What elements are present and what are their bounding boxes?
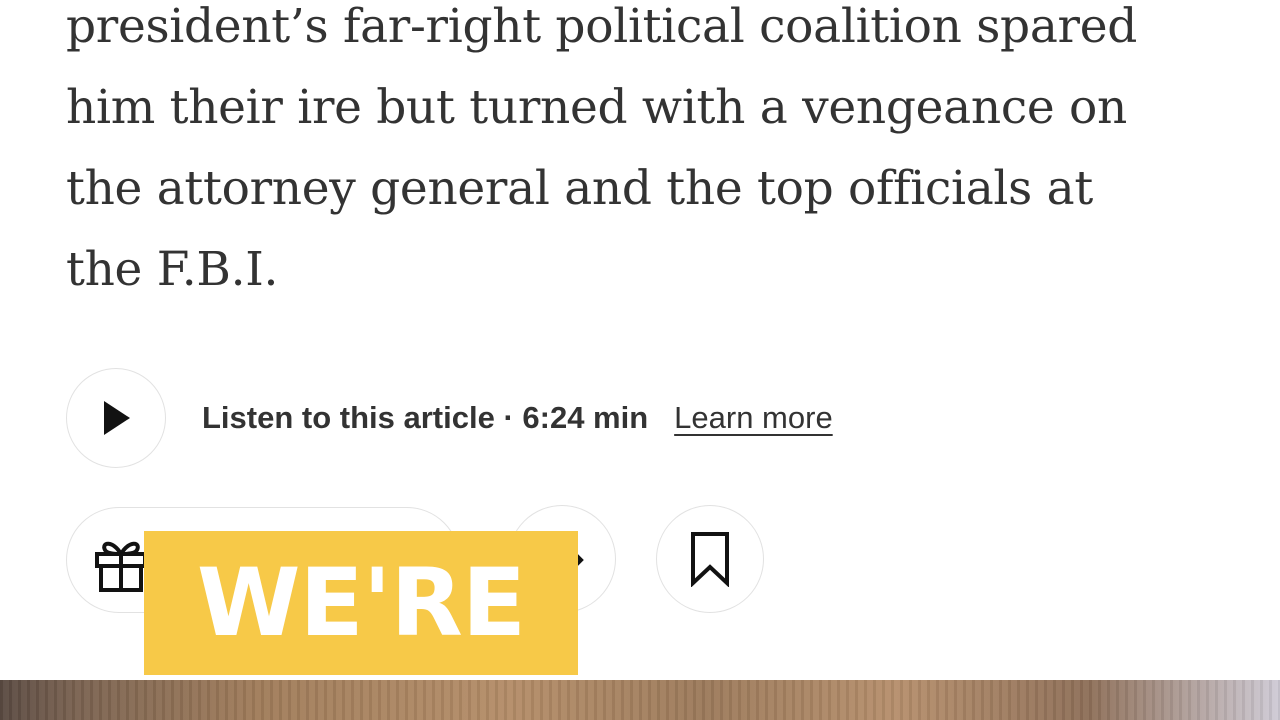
bookmark-icon — [691, 532, 729, 587]
learn-more-link[interactable]: Learn more — [674, 400, 833, 436]
listen-label: Listen to this article · 6:24 min — [202, 400, 649, 435]
play-audio-button[interactable] — [66, 368, 166, 468]
summary-line: the attorney general and the top officia… — [66, 161, 1093, 216]
video-frame-strip — [0, 680, 1280, 720]
summary-line: president’s far-right political coalitio… — [66, 0, 1138, 54]
gift-icon — [95, 541, 147, 592]
video-caption-overlay: WE'RE — [144, 531, 578, 675]
play-icon — [104, 401, 130, 435]
article-summary: president’s far-right political coalitio… — [66, 0, 1246, 310]
summary-line: him their ire but turned with a vengeanc… — [66, 80, 1127, 135]
summary-line: the F.B.I. — [66, 242, 279, 297]
listen-to-article: Listen to this article · 6:24 min Learn … — [66, 366, 833, 470]
caption-text: WE'RE — [196, 548, 526, 658]
save-bookmark-button[interactable] — [656, 505, 764, 613]
